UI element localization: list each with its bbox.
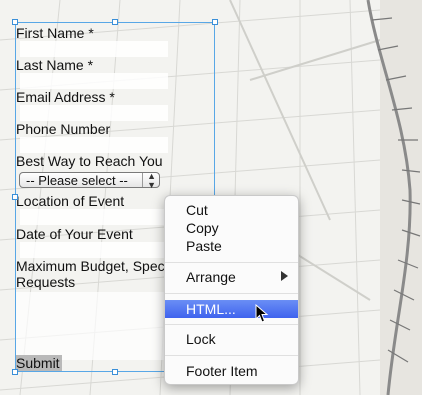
location-label: Location of Event: [16, 193, 125, 209]
date-label: Date of Your Event: [16, 226, 133, 242]
date-input[interactable]: [20, 242, 168, 258]
last-name-input[interactable]: [20, 73, 168, 89]
menu-item-lock[interactable]: Lock: [165, 330, 298, 348]
first-name-input[interactable]: [20, 41, 168, 57]
menu-item-paste[interactable]: Paste: [165, 237, 298, 255]
resize-handle-top[interactable]: [112, 19, 118, 25]
menu-item-copy[interactable]: Copy: [165, 219, 298, 237]
menu-item-arrange[interactable]: Arrange: [165, 268, 298, 286]
email-label: Email Address *: [16, 89, 115, 105]
requests-label: Requests: [16, 274, 76, 290]
menu-item-html[interactable]: HTML...: [165, 300, 298, 318]
menu-separator: [165, 262, 298, 263]
phone-label: Phone Number: [16, 121, 111, 137]
email-input[interactable]: [20, 105, 168, 121]
budget-label: Maximum Budget, Spec: [16, 258, 165, 274]
stepper-arrows-icon: ▲ ▼: [147, 171, 156, 190]
menu-item-footer[interactable]: Footer Item: [165, 362, 298, 380]
resize-handle-left[interactable]: [12, 194, 18, 200]
reach-label: Best Way to Reach You: [16, 153, 163, 169]
menu-separator: [165, 293, 298, 294]
menu-item-arrange-label: Arrange: [186, 269, 236, 285]
resize-handle-top-left[interactable]: [12, 19, 18, 25]
mouse-pointer-icon: [255, 304, 269, 323]
reach-select-value: -- Please select --: [26, 173, 128, 188]
menu-separator: [165, 324, 298, 325]
submit-button[interactable]: Submit: [16, 355, 62, 371]
submenu-arrow-icon: [281, 271, 288, 281]
resize-handle-top-right[interactable]: [212, 19, 218, 25]
location-input[interactable]: [20, 209, 168, 225]
resize-handle-bottom[interactable]: [112, 369, 118, 375]
phone-input[interactable]: [20, 137, 168, 153]
last-name-label: Last Name *: [16, 57, 94, 73]
menu-separator: [165, 355, 298, 356]
reach-select[interactable]: -- Please select -- ▲ ▼: [19, 171, 160, 190]
menu-item-cut[interactable]: Cut: [165, 201, 298, 219]
context-menu: Cut Copy Paste Arrange HTML... Lock Foot…: [164, 195, 299, 385]
requests-textarea[interactable]: [16, 292, 168, 360]
resize-handle-bottom-left[interactable]: [12, 369, 18, 375]
first-name-label: First Name *: [16, 25, 94, 41]
